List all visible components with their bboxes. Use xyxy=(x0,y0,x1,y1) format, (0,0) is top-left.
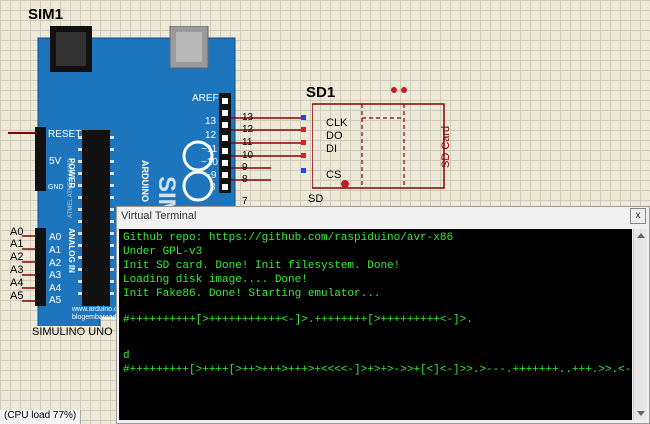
analog-pin-a0: A0 xyxy=(49,232,62,243)
terminal-screen[interactable]: Github repo: https://github.com/raspidui… xyxy=(119,229,632,420)
analog-in-label: ANALOG IN xyxy=(67,228,76,273)
terminal-line: Init SD card. Done! Init filesystem. Don… xyxy=(123,260,401,272)
sd-pin-clk: CLK xyxy=(326,117,348,129)
terminal-title: Virtual Terminal xyxy=(121,210,197,222)
pin-label-9: ~9 xyxy=(205,170,217,181)
analog-pin-a4: A4 xyxy=(49,283,62,294)
pin-label-12: 12 xyxy=(205,130,217,141)
virtual-terminal-window[interactable]: Virtual Terminal x Github repo: https://… xyxy=(116,206,650,424)
terminal-line: Github repo: https://github.com/raspidui… xyxy=(123,232,454,244)
pin-label-11: ~11 xyxy=(201,144,218,155)
board-label: SIMULINO UNO xyxy=(32,326,113,338)
power-header xyxy=(35,127,46,191)
sd-pin-cs: CS xyxy=(326,169,342,181)
analog-wires xyxy=(22,234,38,309)
site1: www.arduino.cc xyxy=(72,306,122,313)
terminal-line: #++++++++++[>+++++++++++<-]>.++++++++[>+… xyxy=(123,314,473,326)
analog-pin-a2: A2 xyxy=(49,258,62,269)
sd-part-label: SD xyxy=(308,193,324,205)
5v-label: 5V xyxy=(49,156,62,167)
sd-card-text: SD Card xyxy=(440,125,452,168)
terminal-line: Init Fake86. Done! Starting emulator... xyxy=(123,288,381,300)
wire-num-9: 9 xyxy=(242,162,248,173)
terminal-line: d xyxy=(123,350,130,362)
gnd-label: GND xyxy=(48,184,64,191)
header-pins xyxy=(221,96,231,197)
site2: blogembarcado xyxy=(72,314,121,321)
terminal-line: #+++++++++[>++++[>++>+++>+++>+<<<<-]>+>+… xyxy=(123,364,632,376)
pin-label-10: ~10 xyxy=(201,157,218,168)
terminal-scrollbar[interactable] xyxy=(633,229,647,420)
analog-pin-a3: A3 xyxy=(49,270,62,281)
close-icon[interactable]: x xyxy=(630,208,646,224)
sd-pin-do: DO xyxy=(326,130,343,142)
cpu-load-status: (CPU load 77%) xyxy=(0,410,82,424)
arduino-text: ARDUINO xyxy=(140,160,150,202)
analog-pin-a1: A1 xyxy=(49,245,62,256)
power-label: POWER xyxy=(67,158,76,189)
wire-num-8: 8 xyxy=(242,174,248,185)
reset-label: RESET xyxy=(48,129,82,140)
wire-num-11: 11 xyxy=(242,137,253,148)
analog-pin-a5: A5 xyxy=(49,295,62,306)
wire-num-13: 13 xyxy=(242,112,254,123)
pin-label-13: 13 xyxy=(205,116,217,127)
sd-pin-di: DI xyxy=(326,143,337,155)
wire-num-10: 10 xyxy=(242,150,254,161)
scroll-up-icon[interactable] xyxy=(637,233,645,238)
terminal-line: Under GPL-v3 xyxy=(123,246,203,258)
wire-num-12: 12 xyxy=(242,124,254,135)
reset-wire xyxy=(8,132,36,134)
aref-label: AREF xyxy=(192,93,219,104)
sim1-label: SIM1 xyxy=(28,6,64,23)
terminal-line: Loading disk image.... Done! xyxy=(123,274,308,286)
pin-label-8: 8 xyxy=(210,182,216,193)
scroll-down-icon[interactable] xyxy=(637,411,645,416)
